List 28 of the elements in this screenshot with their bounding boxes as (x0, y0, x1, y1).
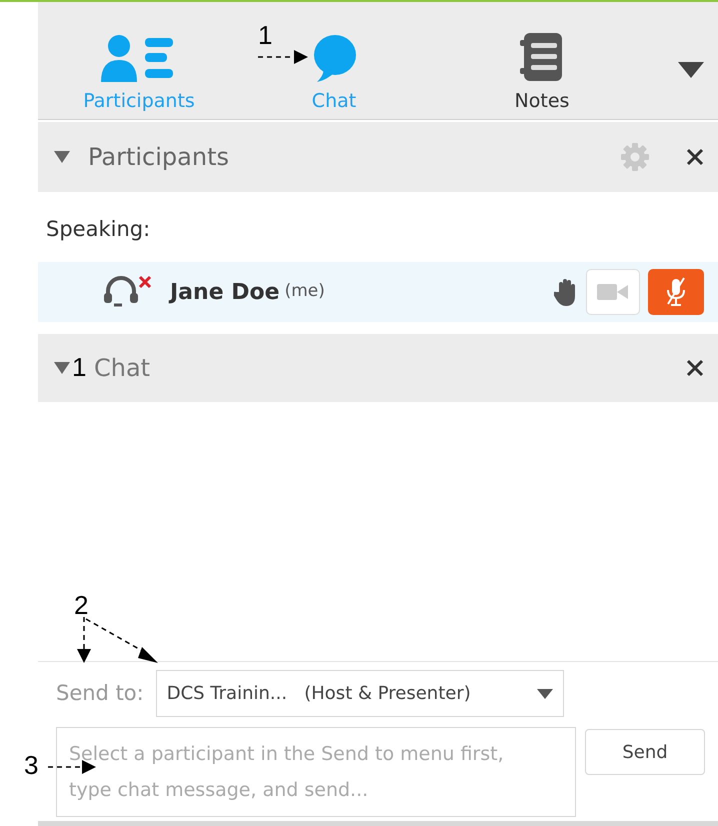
send-button[interactable]: Send (585, 729, 705, 775)
collapse-triangle-icon[interactable] (54, 362, 70, 374)
recipient-dropdown[interactable]: DCS Trainin... (Host & Presenter) (156, 670, 564, 717)
panel-title: Participants (88, 142, 230, 173)
callout-number: 1 (258, 22, 272, 48)
speech-bubble-icon (311, 34, 357, 82)
muted-microphone-icon (665, 277, 687, 307)
speaking-label: Speaking: (46, 216, 152, 243)
callout-number: 2 (74, 592, 88, 618)
callout-number: 3 (24, 752, 38, 778)
message-input[interactable]: Select a participant in the Send to menu first, type chat message, and send... (56, 727, 576, 817)
raise-hand-icon[interactable] (554, 278, 578, 306)
toolbar-tab[interactable]: Notes (502, 30, 582, 111)
close-icon[interactable] (686, 359, 704, 377)
video-camera-icon (597, 283, 629, 301)
participant-name: Jane Doe (170, 278, 280, 306)
callout-arrow (258, 48, 310, 66)
collapse-triangle-icon[interactable] (54, 151, 70, 163)
mic-button[interactable] (648, 269, 704, 315)
send-to-label: Send to: (56, 680, 144, 707)
participant-row[interactable]: Jane Doe (me) (38, 262, 718, 322)
close-icon[interactable] (686, 148, 704, 166)
caret-icon (536, 688, 553, 698)
participant-tag: (me) (284, 279, 325, 305)
dropdown-arrow-icon[interactable] (678, 62, 704, 78)
notebook-icon (520, 32, 564, 82)
callout-number: 1 (72, 354, 86, 380)
panel-title: Chat (94, 353, 152, 384)
